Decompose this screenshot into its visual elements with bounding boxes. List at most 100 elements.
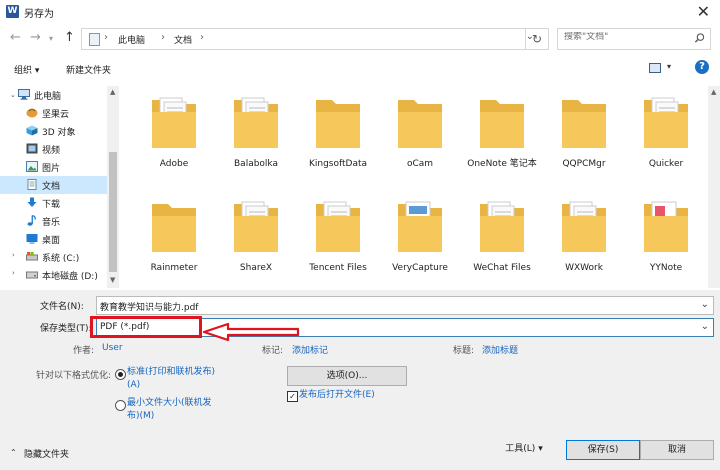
folder-item[interactable]: Balabolka xyxy=(212,86,292,182)
tools-menu[interactable]: 工具(L) ▾ xyxy=(494,440,554,458)
nav-item-videos[interactable]: 视频 xyxy=(0,140,107,158)
help-icon[interactable]: ? xyxy=(695,60,709,74)
folder-name: VeryCapture xyxy=(392,263,448,273)
expand-chevron-icon[interactable]: ⌄ xyxy=(10,91,16,99)
word-app-icon: W xyxy=(6,5,19,18)
folder-item[interactable]: KingsoftData xyxy=(294,86,374,182)
radio-standard-text: (A) xyxy=(127,380,141,390)
tags-label: 标记: xyxy=(262,346,284,356)
folder-item[interactable]: Tencent Files xyxy=(294,190,374,286)
folder-item[interactable]: YYNote xyxy=(622,190,702,286)
back-button[interactable]: ← xyxy=(10,30,21,45)
chevron-down-icon[interactable]: ⌄ xyxy=(701,299,709,310)
folder-icon xyxy=(560,92,608,150)
folder-icon xyxy=(396,92,444,150)
desktop-icon xyxy=(26,234,38,244)
nav-label: 音乐 xyxy=(42,218,61,228)
close-button[interactable]: ✕ xyxy=(697,2,710,21)
folder-icon xyxy=(150,92,198,150)
add-title-link[interactable]: 添加标题 xyxy=(482,343,518,356)
nav-item-drive-d[interactable]: 本地磁盘 (D:) xyxy=(0,266,107,284)
scroll-up-icon[interactable]: ▲ xyxy=(711,88,716,96)
address-bar[interactable]: › 此电脑 › 文档 › ⌄ xyxy=(81,28,549,50)
folder-item[interactable]: VeryCapture xyxy=(376,190,456,286)
nav-item-this-pc[interactable]: 此电脑 xyxy=(0,86,107,104)
nav-item-desktop[interactable]: 桌面 xyxy=(0,230,107,248)
folder-item[interactable]: WeChat Files xyxy=(458,190,538,286)
radio-standard-label[interactable]: 标准(打印和联机发布) (A) xyxy=(127,366,215,392)
radio-minimum-text: 布)(M) xyxy=(127,411,155,421)
nav-item-music[interactable]: 音乐 xyxy=(0,212,107,230)
chevron-down-icon: ▾ xyxy=(49,34,54,43)
nav-item-drive-c[interactable]: 系统 (C:) xyxy=(0,248,107,266)
folder-item[interactable]: oCam xyxy=(376,86,456,182)
view-dropdown-icon[interactable]: ▾ xyxy=(667,62,671,71)
folder-item[interactable]: WXWork xyxy=(540,190,620,286)
breadcrumb-separator-icon: › xyxy=(200,32,204,43)
forward-button[interactable]: → xyxy=(30,30,41,45)
radio-standard[interactable] xyxy=(115,369,126,380)
refresh-button[interactable]: ↻ xyxy=(525,28,549,50)
drive-d-icon xyxy=(26,271,38,279)
chevron-up-icon[interactable]: ⌃ xyxy=(10,448,17,457)
radio-standard-text: 标准(打印和联机发布) xyxy=(127,367,216,377)
nav-item-downloads[interactable]: 下载 xyxy=(0,194,107,212)
organize-menu[interactable]: 组织 ▾ xyxy=(14,63,39,76)
nav-scroll-thumb[interactable] xyxy=(109,152,117,272)
folder-name: oCam xyxy=(406,159,434,169)
music-icon xyxy=(27,215,36,226)
nav-item-documents[interactable]: 文档 xyxy=(0,176,107,194)
view-options-icon[interactable] xyxy=(649,63,661,73)
search-box[interactable] xyxy=(557,28,711,50)
nav-label: 桌面 xyxy=(42,236,61,246)
scroll-up-icon[interactable]: ▲ xyxy=(110,88,115,96)
folder-icon xyxy=(478,92,526,150)
cancel-button[interactable]: 取消 xyxy=(640,440,714,460)
video-icon xyxy=(26,143,38,154)
expand-chevron-icon[interactable]: › xyxy=(12,251,15,259)
folder-name: Rainmeter xyxy=(150,263,198,273)
new-folder-button[interactable]: 新建文件夹 xyxy=(66,63,111,76)
author-value[interactable]: User xyxy=(102,343,123,353)
breadcrumb-documents[interactable]: 文档 xyxy=(174,33,192,46)
chevron-down-icon[interactable]: ⌄ xyxy=(701,321,709,332)
folder-icon xyxy=(560,196,608,254)
nav-label: 下载 xyxy=(42,200,61,210)
folder-name: KingsoftData xyxy=(308,159,368,169)
hide-folders-toggle[interactable]: 隐藏文件夹 xyxy=(24,447,69,460)
folder-item[interactable]: Quicker xyxy=(622,86,702,182)
add-tags-link[interactable]: 添加标记 xyxy=(292,343,328,356)
radio-minimum-text: 最小文件大小(联机发 xyxy=(127,398,212,408)
breadcrumb-this-pc[interactable]: 此电脑 xyxy=(118,33,145,46)
filename-field[interactable]: 教育教学知识与能力.pdf ⌄ xyxy=(96,296,714,315)
scroll-down-icon[interactable]: ▼ xyxy=(110,276,115,284)
drive-c-icon xyxy=(26,252,38,261)
nav-item-pictures[interactable]: 图片 xyxy=(0,158,107,176)
folder-item[interactable]: QQPCMgr xyxy=(540,86,620,182)
radio-minimum[interactable] xyxy=(115,400,126,411)
search-input[interactable] xyxy=(564,32,684,42)
expand-chevron-icon[interactable]: › xyxy=(12,269,15,277)
save-button[interactable]: 保存(S) xyxy=(566,440,640,460)
file-list-scrollbar[interactable]: ▲ xyxy=(708,86,720,288)
options-button[interactable]: 选项(O)... xyxy=(287,366,407,386)
folder-item[interactable]: ShareX xyxy=(212,190,292,286)
open-after-checkbox[interactable]: ✓ xyxy=(287,391,298,402)
nav-item-nut-cloud[interactable]: 坚果云 xyxy=(0,104,107,122)
folder-name: WeChat Files xyxy=(473,263,531,273)
refresh-icon: ↻ xyxy=(531,32,543,46)
folder-item[interactable]: Rainmeter xyxy=(130,190,210,286)
nav-item-3d-objects[interactable]: 3D 对象 xyxy=(0,122,107,140)
folder-item[interactable]: Adobe xyxy=(130,86,210,182)
arrow-up-icon: ↑ xyxy=(64,30,75,45)
radio-minimum-label[interactable]: 最小文件大小(联机发 布)(M) xyxy=(127,397,212,423)
nav-label: 本地磁盘 (D:) xyxy=(42,272,98,282)
breadcrumb-separator-icon: › xyxy=(161,32,165,43)
folder-icon xyxy=(642,92,690,150)
folder-item[interactable]: OneNote 笔记本 xyxy=(458,86,538,182)
up-button[interactable]: ↑ xyxy=(64,30,75,45)
recent-dropdown[interactable]: ▾ xyxy=(49,34,53,43)
open-after-label[interactable]: 发布后打开文件(E) xyxy=(299,389,375,402)
radio-selected-dot xyxy=(118,372,123,377)
folder-icon xyxy=(642,196,690,254)
